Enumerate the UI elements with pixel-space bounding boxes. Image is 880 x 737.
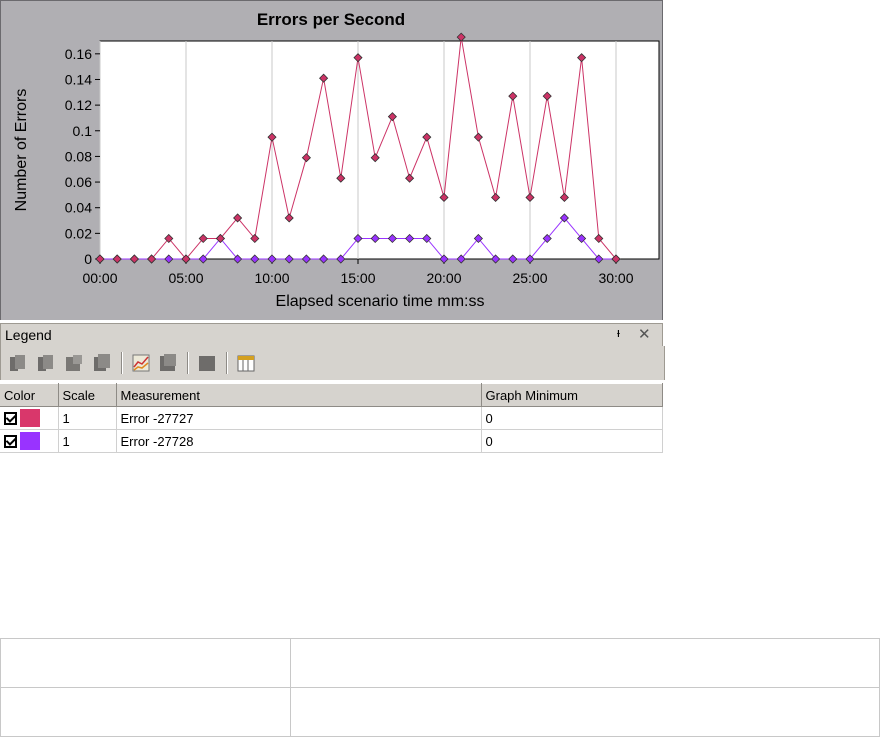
- x-tick-label: 30:00: [598, 270, 633, 286]
- y-tick-label: 0.16: [65, 46, 92, 62]
- legend-toolbar: [0, 346, 665, 380]
- measurement-cell: Error -27728: [116, 429, 482, 453]
- table-cell: [0, 638, 291, 688]
- scale-cell: 1: [58, 429, 117, 453]
- scale-cell: 1: [58, 406, 117, 430]
- x-tick-label: 05:00: [168, 270, 203, 286]
- table-row: [0, 638, 880, 688]
- y-tick-label: 0: [84, 251, 92, 267]
- data-point: [456, 32, 466, 42]
- visibility-checkbox[interactable]: [4, 434, 17, 448]
- x-tick-label: 00:00: [82, 270, 117, 286]
- close-icon[interactable]: ✕: [638, 325, 651, 343]
- errors-chart: Errors per Second Number of Errors Elaps…: [13, 10, 660, 310]
- legend-row[interactable]: 1 Error -27728 0: [0, 429, 663, 453]
- table-cell: [290, 687, 880, 737]
- y-tick-label: 0.06: [65, 174, 92, 190]
- x-tick-label: 10:00: [254, 270, 289, 286]
- hide-all-icon[interactable]: [37, 353, 55, 373]
- x-tick-label: 20:00: [426, 270, 461, 286]
- x-axis-ticks: 00:00 05:00 10:00 15:00 20:00 25:00 30:00: [82, 259, 634, 286]
- y-tick-label: 0.02: [65, 225, 92, 241]
- y-tick-label: 0.1: [73, 123, 93, 139]
- legend-header-row: Color Scale Measurement Graph Minimum: [0, 383, 663, 407]
- hide-selected-icon[interactable]: [93, 353, 111, 373]
- table-cell: [290, 638, 880, 688]
- measurement-cell: Error -27727: [116, 406, 482, 430]
- column-header-color[interactable]: Color: [0, 383, 59, 407]
- column-header-measurement[interactable]: Measurement: [116, 383, 482, 407]
- table-row: [0, 687, 880, 737]
- graph-minimum-cell: 0: [481, 406, 663, 430]
- toolbar-separator: [226, 352, 228, 374]
- visibility-checkbox[interactable]: [4, 411, 17, 425]
- legend-table: Color Scale Measurement Graph Minimum 1 …: [0, 383, 663, 453]
- y-axis-label: Number of Errors: [13, 89, 30, 212]
- filter-icon[interactable]: [198, 353, 216, 373]
- y-axis-ticks: 0 0.02 0.04 0.06 0.08 0.1 0.12 0.14 0.16: [65, 46, 100, 267]
- x-axis-label: Elapsed scenario time mm:ss: [276, 293, 485, 310]
- y-tick-label: 0.14: [65, 71, 92, 87]
- empty-table: [0, 638, 880, 737]
- table-cell: [0, 687, 291, 737]
- graph-icon[interactable]: [132, 353, 150, 373]
- y-tick-label: 0.04: [65, 200, 92, 216]
- chart-title: Errors per Second: [257, 10, 405, 29]
- toolbar-separator: [187, 352, 189, 374]
- x-tick-label: 25:00: [512, 270, 547, 286]
- pin-icon[interactable]: ᵻ: [617, 325, 620, 340]
- column-header-scale[interactable]: Scale: [58, 383, 117, 407]
- toolbar-separator: [121, 352, 123, 374]
- column-header-graph-minimum[interactable]: Graph Minimum: [481, 383, 663, 407]
- legend-row[interactable]: 1 Error -27727 0: [0, 406, 663, 430]
- configure-icon[interactable]: [159, 353, 177, 373]
- legend-header: Legend ᵻ ✕: [0, 323, 663, 347]
- legend-title: Legend: [5, 327, 52, 343]
- show-all-icon[interactable]: [9, 353, 27, 373]
- graph-panel: Errors per Second Number of Errors Elaps…: [0, 0, 663, 320]
- color-swatch[interactable]: [20, 409, 40, 427]
- y-tick-label: 0.12: [65, 97, 92, 113]
- color-swatch[interactable]: [20, 432, 40, 450]
- y-tick-label: 0.08: [65, 148, 92, 164]
- columns-icon[interactable]: [237, 353, 255, 373]
- color-cell: [0, 406, 59, 430]
- color-cell: [0, 429, 59, 453]
- graph-minimum-cell: 0: [481, 429, 663, 453]
- x-tick-label: 15:00: [340, 270, 375, 286]
- show-selected-icon[interactable]: [65, 353, 83, 373]
- plot-area: [99, 40, 660, 260]
